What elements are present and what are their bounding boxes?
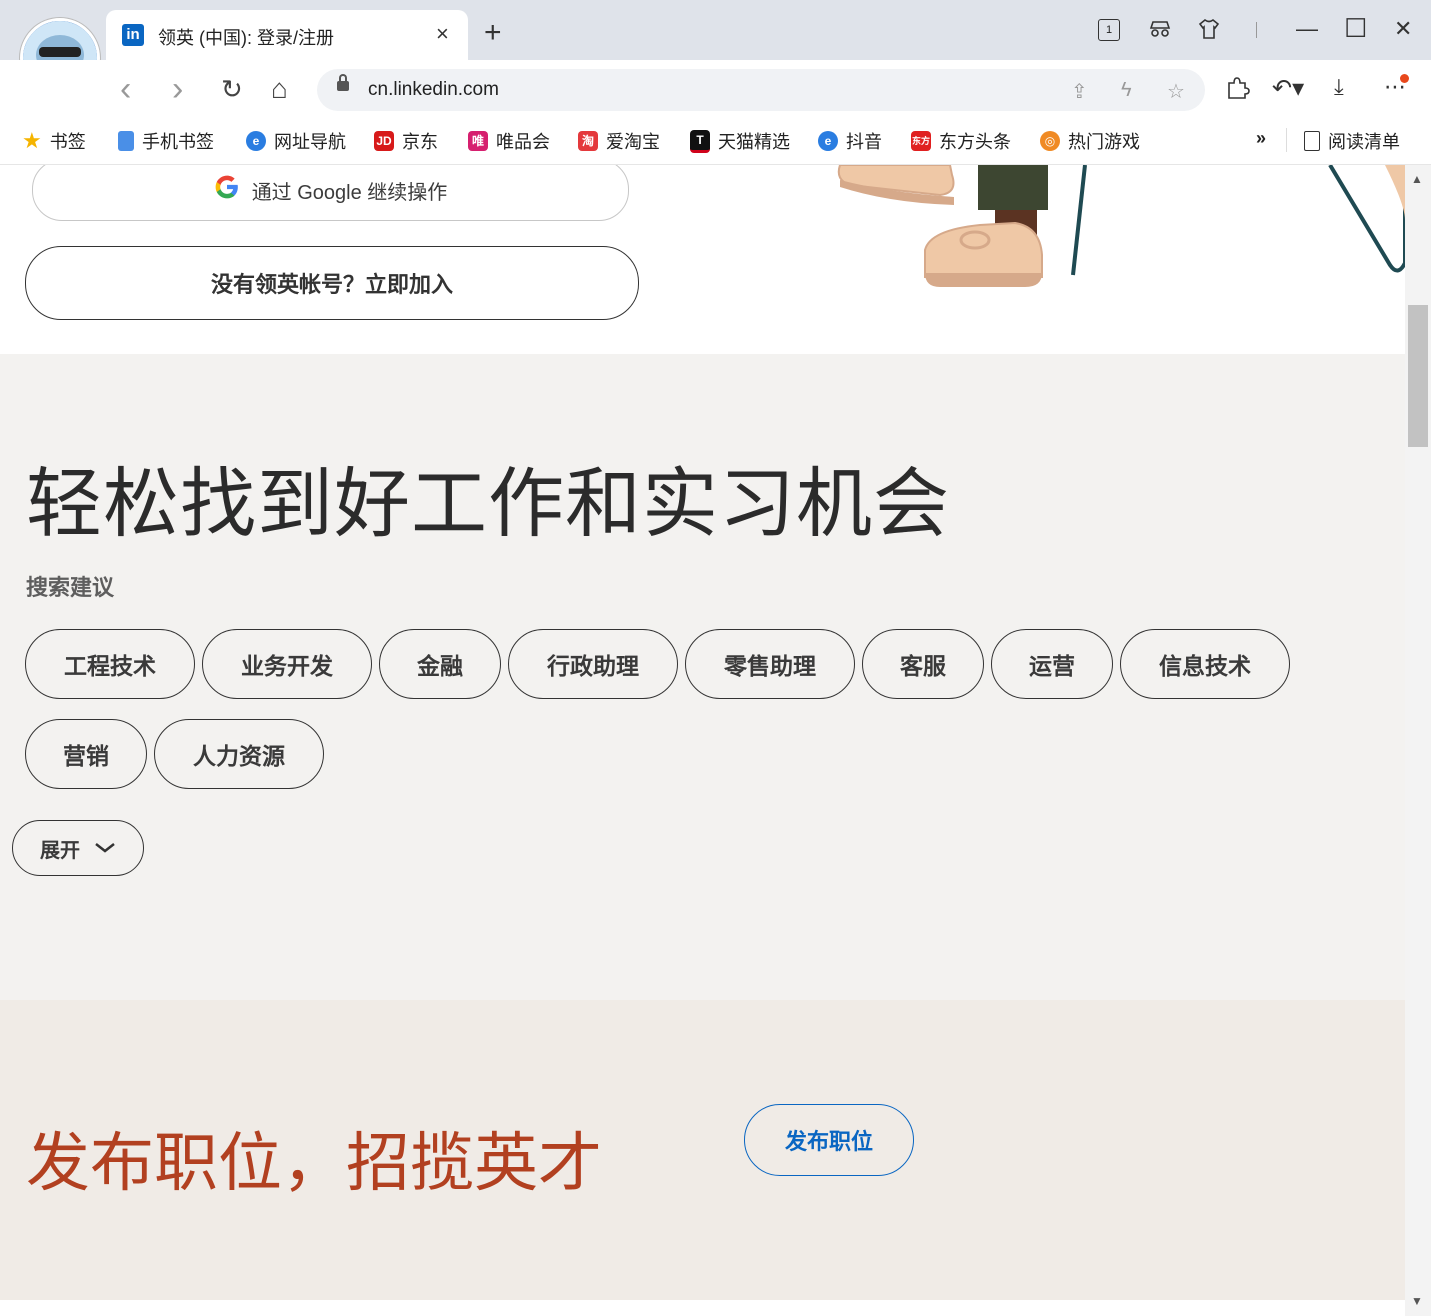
extensions-icon[interactable] xyxy=(1224,74,1250,106)
expand-button[interactable]: 展开 xyxy=(12,820,144,876)
tab-close-icon[interactable]: × xyxy=(436,21,449,47)
reading-list-icon xyxy=(1304,131,1320,151)
suggestion-pill[interactable]: 业务开发 xyxy=(202,629,372,699)
undo-dropdown-icon[interactable]: ↶▾ xyxy=(1272,74,1304,103)
scrollbar-thumb[interactable] xyxy=(1408,305,1428,447)
bookmark-item[interactable]: 唯 唯品会 xyxy=(468,128,550,154)
google-g-icon xyxy=(214,174,240,206)
titlebar-divider xyxy=(1256,22,1257,38)
share-icon[interactable]: ⇪ xyxy=(1071,79,1088,104)
bookmark-item[interactable]: e 网址导航 xyxy=(246,128,346,154)
suggestion-pill[interactable]: 运营 xyxy=(991,629,1113,699)
chevron-down-icon xyxy=(94,837,116,860)
reading-list-button[interactable]: 阅读清单 xyxy=(1304,128,1400,154)
incognito-icon[interactable] xyxy=(1148,17,1172,46)
tab-title: 领英 (中国): 登录/注册 xyxy=(158,28,334,48)
scroll-down-arrow-icon[interactable]: ▼ xyxy=(1411,1294,1423,1308)
vip-icon: 唯 xyxy=(468,131,488,151)
active-tab[interactable]: in 领英 (中国): 登录/注册 × xyxy=(106,10,468,60)
suggestion-pill[interactable]: 营销 xyxy=(25,719,147,789)
google-signin-button[interactable]: 通过 Google 继续操作 xyxy=(32,165,629,221)
reload-button[interactable]: ↻ xyxy=(221,72,243,106)
suggestion-pill[interactable]: 行政助理 xyxy=(508,629,678,699)
post-job-section: 发布职位，招揽英才 发布职位 xyxy=(0,1000,1405,1300)
post-job-heading: 发布职位，招揽英才 xyxy=(26,1127,602,1199)
dftt-icon: 东方 xyxy=(911,131,931,151)
suggestion-pill[interactable]: 信息技术 xyxy=(1120,629,1290,699)
page-viewport: 通过 Google 继续操作 没有领英帐号？立即加入 轻松找到好工作和实习机会 … xyxy=(0,165,1405,1316)
close-window-button[interactable]: ✕ xyxy=(1394,16,1412,42)
google-button-label: 通过 Google 继续操作 xyxy=(251,181,448,204)
shirt-skin-icon[interactable] xyxy=(1197,17,1221,46)
expand-label: 展开 xyxy=(40,839,80,862)
notification-dot xyxy=(1400,74,1409,83)
phone-icon xyxy=(118,131,134,151)
bookmark-item[interactable]: 手机书签 xyxy=(118,128,214,154)
bookmarks-bar: ★ 书签 手机书签 e 网址导航 JD 京东 唯 唯品会 淘 爱淘宝 T 天猫精… xyxy=(0,118,1431,165)
new-tab-button[interactable]: + xyxy=(484,18,502,48)
suggestion-pill[interactable]: 人力资源 xyxy=(154,719,324,789)
taobao-icon: 淘 xyxy=(578,131,598,151)
game-icon: ◎ xyxy=(1040,131,1060,151)
jd-icon: JD xyxy=(374,131,394,151)
minimize-button[interactable]: — xyxy=(1296,16,1318,42)
suggestion-pill[interactable]: 工程技术 xyxy=(25,629,195,699)
jobs-heading: 轻松找到好工作和实习机会 xyxy=(26,462,950,547)
tmall-icon: T xyxy=(690,129,710,153)
suggestion-pill[interactable]: 金融 xyxy=(379,629,501,699)
suggestion-pill[interactable]: 客服 xyxy=(862,629,984,699)
bookmark-item[interactable]: 淘 爱淘宝 xyxy=(578,128,660,154)
linkedin-favicon-icon: in xyxy=(122,24,144,46)
home-button[interactable]: ⌂ xyxy=(271,72,288,106)
url-text[interactable]: cn.linkedin.com xyxy=(368,79,499,101)
e-browser-icon: e xyxy=(818,131,838,151)
star-icon: ★ xyxy=(22,128,42,153)
bookmark-item[interactable]: JD 京东 xyxy=(374,128,438,154)
favorite-star-icon[interactable]: ☆ xyxy=(1167,79,1185,104)
address-bar[interactable]: cn.linkedin.com ⇪ ϟ ☆ xyxy=(317,69,1205,111)
bookmark-item[interactable]: T 天猫精选 xyxy=(690,128,790,154)
bookmarks-more-button[interactable]: » xyxy=(1256,128,1266,149)
bookmark-item[interactable]: e 抖音 xyxy=(818,128,882,154)
bookmark-item[interactable]: 东方 东方头条 xyxy=(911,128,1011,154)
lock-icon xyxy=(337,74,349,91)
jobs-section: 轻松找到好工作和实习机会 搜索建议 工程技术 业务开发 金融 行政助理 零售助理… xyxy=(0,354,1405,1000)
suggestion-pill[interactable]: 零售助理 xyxy=(685,629,855,699)
bookmark-item[interactable]: ◎ 热门游戏 xyxy=(1040,128,1140,154)
maximize-button[interactable]: ☐ xyxy=(1344,13,1367,44)
back-button[interactable]: ‹ xyxy=(120,72,131,106)
forward-button[interactable]: › xyxy=(172,72,183,106)
download-icon[interactable]: ⤓ xyxy=(1334,74,1344,100)
search-suggestions-label: 搜索建议 xyxy=(26,575,115,600)
hero-illustration xyxy=(830,165,1405,295)
scroll-up-arrow-icon[interactable]: ▲ xyxy=(1411,172,1423,186)
tab-count-icon[interactable]: 1 xyxy=(1098,19,1120,41)
lightning-icon[interactable]: ϟ xyxy=(1121,79,1132,102)
bookmark-item[interactable]: ★ 书签 xyxy=(22,128,86,154)
e-browser-icon: e xyxy=(246,131,266,151)
bookmarks-divider xyxy=(1286,128,1287,152)
post-job-button[interactable]: 发布职位 xyxy=(744,1104,914,1176)
join-now-button[interactable]: 没有领英帐号？立即加入 xyxy=(25,246,639,320)
